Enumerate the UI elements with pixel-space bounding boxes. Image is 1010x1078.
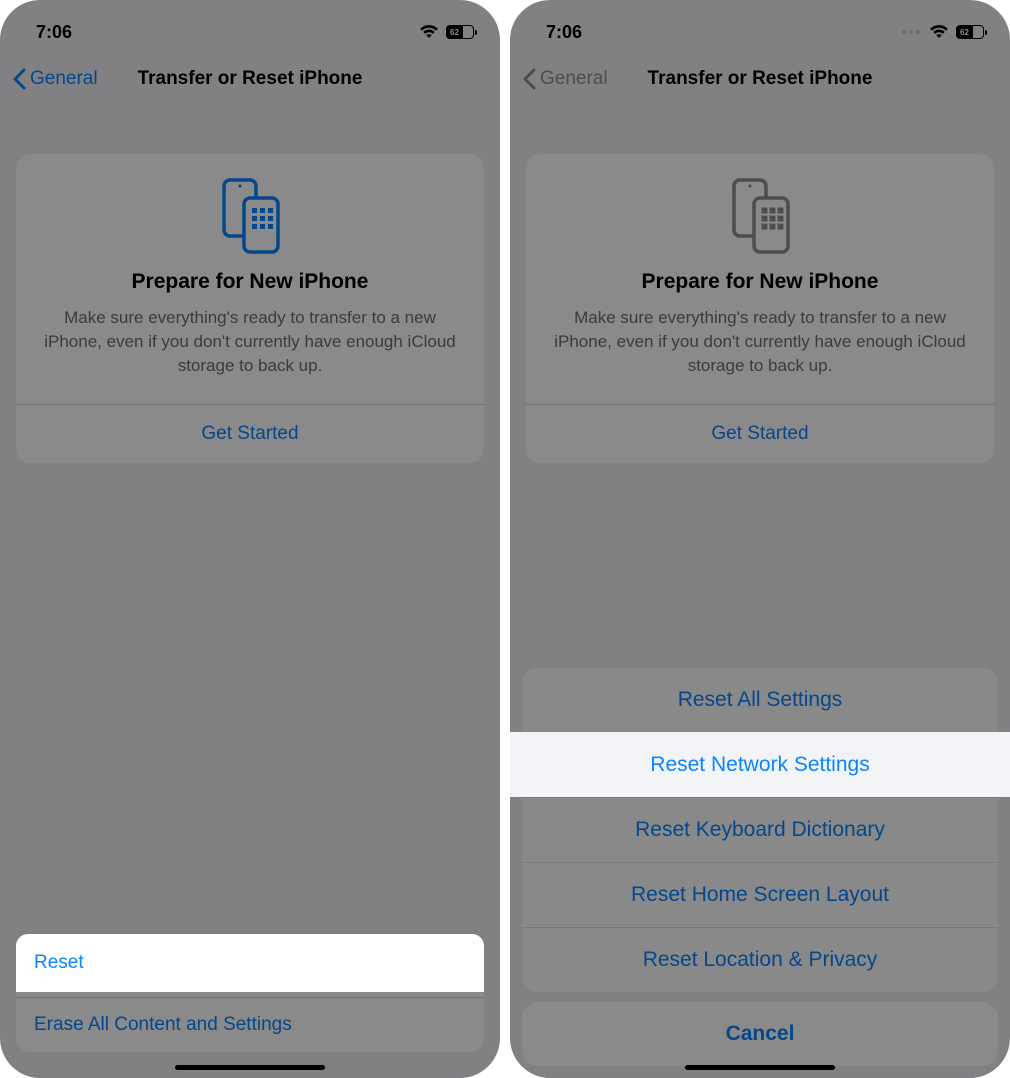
status-bar: 7:06 62 xyxy=(0,0,500,54)
erase-row[interactable]: Erase All Content and Settings xyxy=(16,997,484,1052)
prepare-title: Prepare for New iPhone xyxy=(546,270,974,294)
prepare-card: Prepare for New iPhone Make sure everyth… xyxy=(526,154,994,463)
status-icons: 62 xyxy=(419,25,474,39)
chevron-left-icon xyxy=(522,68,536,90)
cancel-button[interactable]: Cancel xyxy=(522,1002,998,1066)
reset-action-sheet: Reset All Settings Reset Network Setting… xyxy=(522,668,998,1066)
transfer-devices-icon xyxy=(546,176,974,256)
status-icons: 62 xyxy=(902,25,984,39)
wifi-icon xyxy=(419,25,439,39)
page-title: Transfer or Reset iPhone xyxy=(648,68,873,90)
battery-icon: 62 xyxy=(446,25,474,39)
get-started-button[interactable]: Get Started xyxy=(546,405,974,463)
get-started-button[interactable]: Get Started xyxy=(36,405,464,463)
nav-bar: General Transfer or Reset iPhone xyxy=(0,54,500,104)
prepare-description: Make sure everything's ready to transfer… xyxy=(546,306,974,378)
home-indicator xyxy=(175,1065,325,1070)
wifi-icon xyxy=(929,25,949,39)
home-indicator xyxy=(685,1065,835,1070)
reset-all-settings[interactable]: Reset All Settings xyxy=(522,668,998,732)
back-button[interactable]: General xyxy=(522,68,608,90)
clock: 7:06 xyxy=(36,22,72,43)
chevron-left-icon xyxy=(12,68,26,90)
reset-options-group: Reset All Settings Reset Network Setting… xyxy=(522,668,998,992)
reset-keyboard-dictionary[interactable]: Reset Keyboard Dictionary xyxy=(522,797,998,862)
highlight-reset-network[interactable]: Reset Network Settings xyxy=(510,732,1010,797)
page-title: Transfer or Reset iPhone xyxy=(138,68,363,90)
recording-dots-icon xyxy=(902,30,920,34)
prepare-description: Make sure everything's ready to transfer… xyxy=(36,306,464,378)
prepare-card: Prepare for New iPhone Make sure everyth… xyxy=(16,154,484,463)
back-label: General xyxy=(540,68,608,90)
back-label: General xyxy=(30,68,98,90)
status-bar: 7:06 62 xyxy=(510,0,1010,54)
reset-location-privacy[interactable]: Reset Location & Privacy xyxy=(522,927,998,992)
back-button[interactable]: General xyxy=(12,68,98,90)
main-content: Prepare for New iPhone Make sure everyth… xyxy=(0,104,500,1078)
highlight-reset[interactable]: Reset xyxy=(16,934,484,992)
clock: 7:06 xyxy=(546,22,582,43)
screenshot-left: 7:06 62 General Transfer or Reset iPhone xyxy=(0,0,500,1078)
screenshot-right: 7:06 62 General Transfer or Reset iPhone xyxy=(510,0,1010,1078)
prepare-title: Prepare for New iPhone xyxy=(36,270,464,294)
nav-bar: General Transfer or Reset iPhone xyxy=(510,54,1010,104)
battery-icon: 62 xyxy=(956,25,984,39)
reset-home-screen-layout[interactable]: Reset Home Screen Layout xyxy=(522,862,998,927)
transfer-devices-icon xyxy=(36,176,464,256)
